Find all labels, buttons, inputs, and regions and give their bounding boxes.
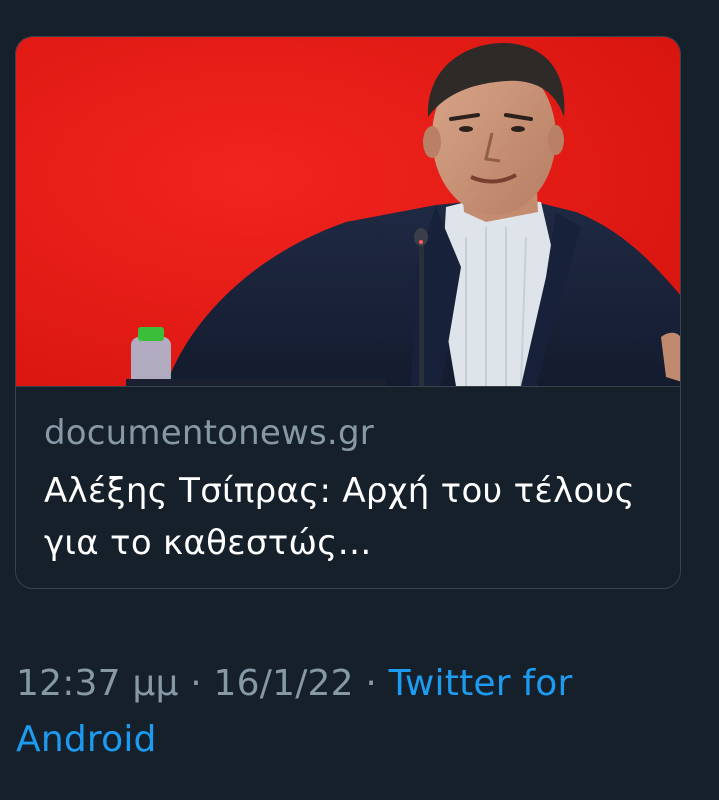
- card-domain: documentonews.gr: [44, 413, 374, 453]
- tweet-date[interactable]: 16/1/22: [214, 663, 354, 704]
- speaker-photo: [16, 37, 680, 386]
- card-headline: Αλέξης Τσίπρας: Αρχή του τέλους για το κ…: [44, 471, 635, 563]
- meta-separator: ·: [178, 663, 214, 704]
- tweet-meta: 12:37 μμ · 16/1/22 · Twitter for Android: [16, 656, 706, 768]
- tweet-time[interactable]: 12:37 μμ: [16, 663, 179, 704]
- link-preview-card[interactable]: documentonews.gr Αλέξης Τσίπρας: Αρχή το…: [15, 36, 681, 589]
- card-text-area[interactable]: documentonews.gr Αλέξης Τσίπρας: Αρχή το…: [16, 386, 680, 588]
- article-thumbnail[interactable]: [16, 37, 680, 386]
- meta-separator-2: ·: [353, 663, 389, 704]
